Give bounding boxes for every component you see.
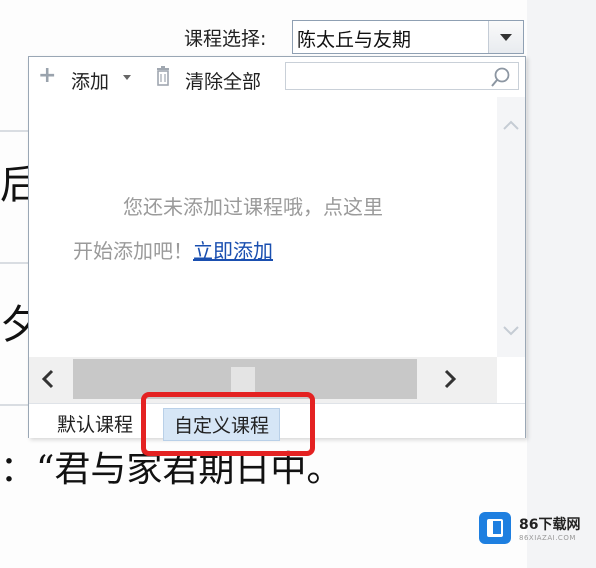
watermark-brand: 86下载网 — [519, 517, 581, 533]
empty-state-prefix: 开始添加吧！ — [73, 239, 193, 263]
chevron-left-icon[interactable] — [41, 369, 55, 389]
course-list-panel: + 添加 清除全部 您还未添加过课程哦，点这里 开始添加吧！立即添加 默认课程 … — [28, 56, 526, 441]
add-button[interactable]: 添加 — [71, 67, 109, 94]
chevron-down-icon — [500, 34, 512, 41]
panel-toolbar: + 添加 清除全部 — [29, 57, 525, 97]
trash-icon[interactable] — [155, 66, 171, 86]
search-input[interactable] — [285, 62, 519, 90]
highlight-annotation-box — [141, 392, 315, 456]
empty-list-area: 您还未添加过课程哦，点这里 开始添加吧！立即添加 — [29, 97, 497, 357]
scrollbar-corner — [497, 357, 525, 403]
course-select-dropdown[interactable]: 陈太丘与友期 — [292, 20, 524, 54]
course-select-label: 课程选择: — [184, 28, 267, 50]
vertical-scrollbar[interactable] — [497, 97, 525, 357]
plus-icon[interactable]: + — [38, 63, 56, 88]
clear-all-button[interactable]: 清除全部 — [185, 67, 261, 94]
add-now-link[interactable]: 立即添加 — [193, 239, 273, 263]
watermark-url: 86XIAZAI.COM — [519, 534, 576, 542]
dropdown-button[interactable] — [488, 21, 523, 53]
course-select-value: 陈太丘与友期 — [297, 29, 412, 51]
site-logo-icon — [479, 512, 511, 544]
background-right-pane — [527, 0, 596, 568]
tab-default-courses[interactable]: 默认课程 — [57, 410, 133, 437]
chevron-up-icon[interactable] — [503, 119, 519, 131]
empty-state-message-2: 开始添加吧！立即添加 — [73, 235, 273, 264]
search-icon[interactable] — [490, 66, 512, 88]
chevron-right-icon[interactable] — [443, 369, 457, 389]
chevron-down-icon[interactable] — [503, 325, 519, 337]
empty-state-message: 您还未添加过课程哦，点这里 — [123, 195, 383, 219]
caret-down-icon[interactable] — [123, 75, 131, 80]
